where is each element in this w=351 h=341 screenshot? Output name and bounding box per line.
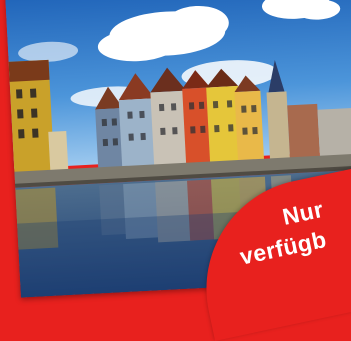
promo-line-1: Nur bbox=[280, 195, 326, 230]
promo-line-2: verfügb bbox=[237, 225, 329, 270]
